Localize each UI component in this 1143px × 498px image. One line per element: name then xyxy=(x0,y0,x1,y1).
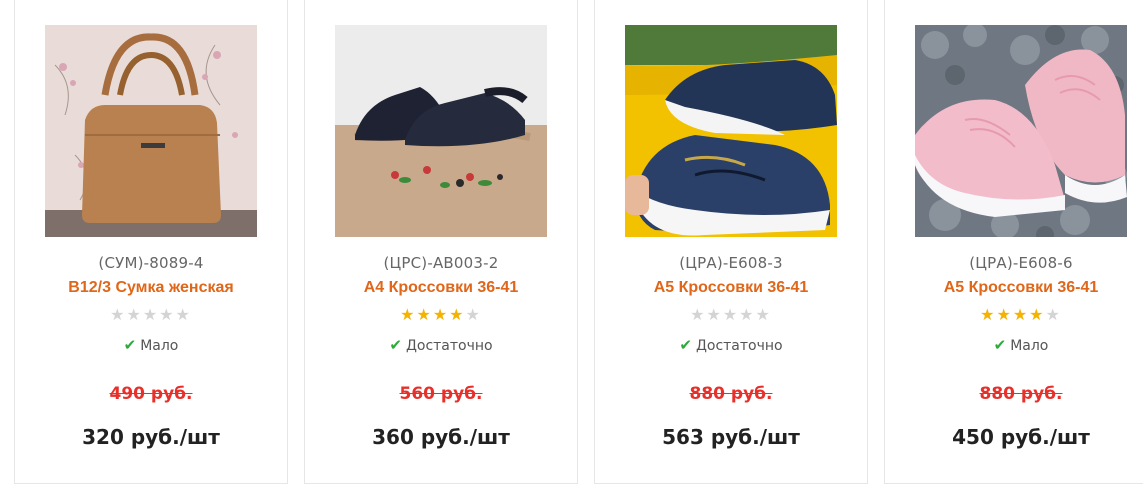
star-icon[interactable]: ★ xyxy=(416,305,432,324)
product-card: (ЦРС)-АВ003-2 А4 Кроссовки 36-41 ★★★★★ ✔… xyxy=(304,0,578,484)
old-price: 880 руб. xyxy=(979,384,1063,404)
product-title-link[interactable]: А5 Кроссовки 36-41 xyxy=(885,279,1143,297)
product-title-link[interactable]: А4 Кроссовки 36-41 xyxy=(305,279,577,297)
check-icon: ✔ xyxy=(993,336,1007,354)
product-image[interactable] xyxy=(335,25,547,237)
star-icon[interactable]: ★ xyxy=(159,305,175,324)
rating-stars[interactable]: ★★★★★ xyxy=(885,306,1143,324)
current-price: 320 руб./шт xyxy=(82,425,220,449)
stock-status: ✔ Достаточно xyxy=(305,336,577,354)
check-icon: ✔ xyxy=(123,336,137,354)
star-icon[interactable]: ★ xyxy=(110,305,126,324)
stock-status: ✔ Мало xyxy=(15,336,287,354)
product-image[interactable] xyxy=(45,25,257,237)
product-grid: (СУМ)-8089-4 В12/3 Сумка женская ★★★★★ ✔… xyxy=(0,0,1143,498)
check-icon: ✔ xyxy=(389,336,402,354)
star-icon[interactable]: ★ xyxy=(466,305,482,324)
star-icon[interactable]: ★ xyxy=(1013,305,1029,324)
product-card: (СУМ)-8089-4 В12/3 Сумка женская ★★★★★ ✔… xyxy=(14,0,288,484)
product-sku: (ЦРА)-Е608-3 xyxy=(679,254,783,272)
current-price: 450 руб./шт xyxy=(952,425,1090,449)
old-price: 490 руб. xyxy=(109,384,193,404)
star-icon[interactable]: ★ xyxy=(433,305,449,324)
old-price: 560 руб. xyxy=(399,384,483,404)
star-icon[interactable]: ★ xyxy=(706,305,722,324)
stock-label: Достаточно xyxy=(695,338,783,354)
star-icon[interactable]: ★ xyxy=(739,305,755,324)
star-icon[interactable]: ★ xyxy=(1046,305,1062,324)
star-icon[interactable]: ★ xyxy=(176,305,192,324)
check-icon: ✔ xyxy=(679,336,692,354)
star-icon[interactable]: ★ xyxy=(126,305,142,324)
stock-status: ✔ Достаточно xyxy=(595,336,867,354)
product-sku: (ЦРА)-Е608-6 xyxy=(969,254,1073,272)
stock-label: Достаточно xyxy=(405,338,493,354)
product-image[interactable] xyxy=(625,25,837,237)
star-icon[interactable]: ★ xyxy=(980,305,996,324)
stock-status: ✔ Мало xyxy=(885,336,1143,354)
rating-stars[interactable]: ★★★★★ xyxy=(15,306,287,324)
product-card: (ЦРА)-Е608-3 А5 Кроссовки 36-41 ★★★★★ ✔ Д… xyxy=(594,0,868,484)
rating-stars[interactable]: ★★★★★ xyxy=(305,306,577,324)
rating-stars[interactable]: ★★★★★ xyxy=(595,306,867,324)
stock-label: Мало xyxy=(140,338,179,354)
product-title-link[interactable]: В12/3 Сумка женская xyxy=(15,279,287,297)
star-icon[interactable]: ★ xyxy=(400,305,416,324)
star-icon[interactable]: ★ xyxy=(143,305,159,324)
product-sku: (ЦРС)-АВ003-2 xyxy=(383,254,499,272)
product-title-link[interactable]: А5 Кроссовки 36-41 xyxy=(595,279,867,297)
stock-label: Мало xyxy=(1010,338,1049,354)
star-icon[interactable]: ★ xyxy=(690,305,706,324)
star-icon[interactable]: ★ xyxy=(449,305,465,324)
star-icon[interactable]: ★ xyxy=(723,305,739,324)
star-icon[interactable]: ★ xyxy=(1029,305,1045,324)
product-image[interactable] xyxy=(915,25,1127,237)
star-icon[interactable]: ★ xyxy=(756,305,772,324)
old-price: 880 руб. xyxy=(689,384,773,404)
current-price: 563 руб./шт xyxy=(662,425,800,449)
current-price: 360 руб./шт xyxy=(372,425,510,449)
star-icon[interactable]: ★ xyxy=(996,305,1012,324)
product-card: (ЦРА)-Е608-6 А5 Кроссовки 36-41 ★★★★★ ✔ М… xyxy=(884,0,1143,484)
product-sku: (СУМ)-8089-4 xyxy=(98,254,204,272)
